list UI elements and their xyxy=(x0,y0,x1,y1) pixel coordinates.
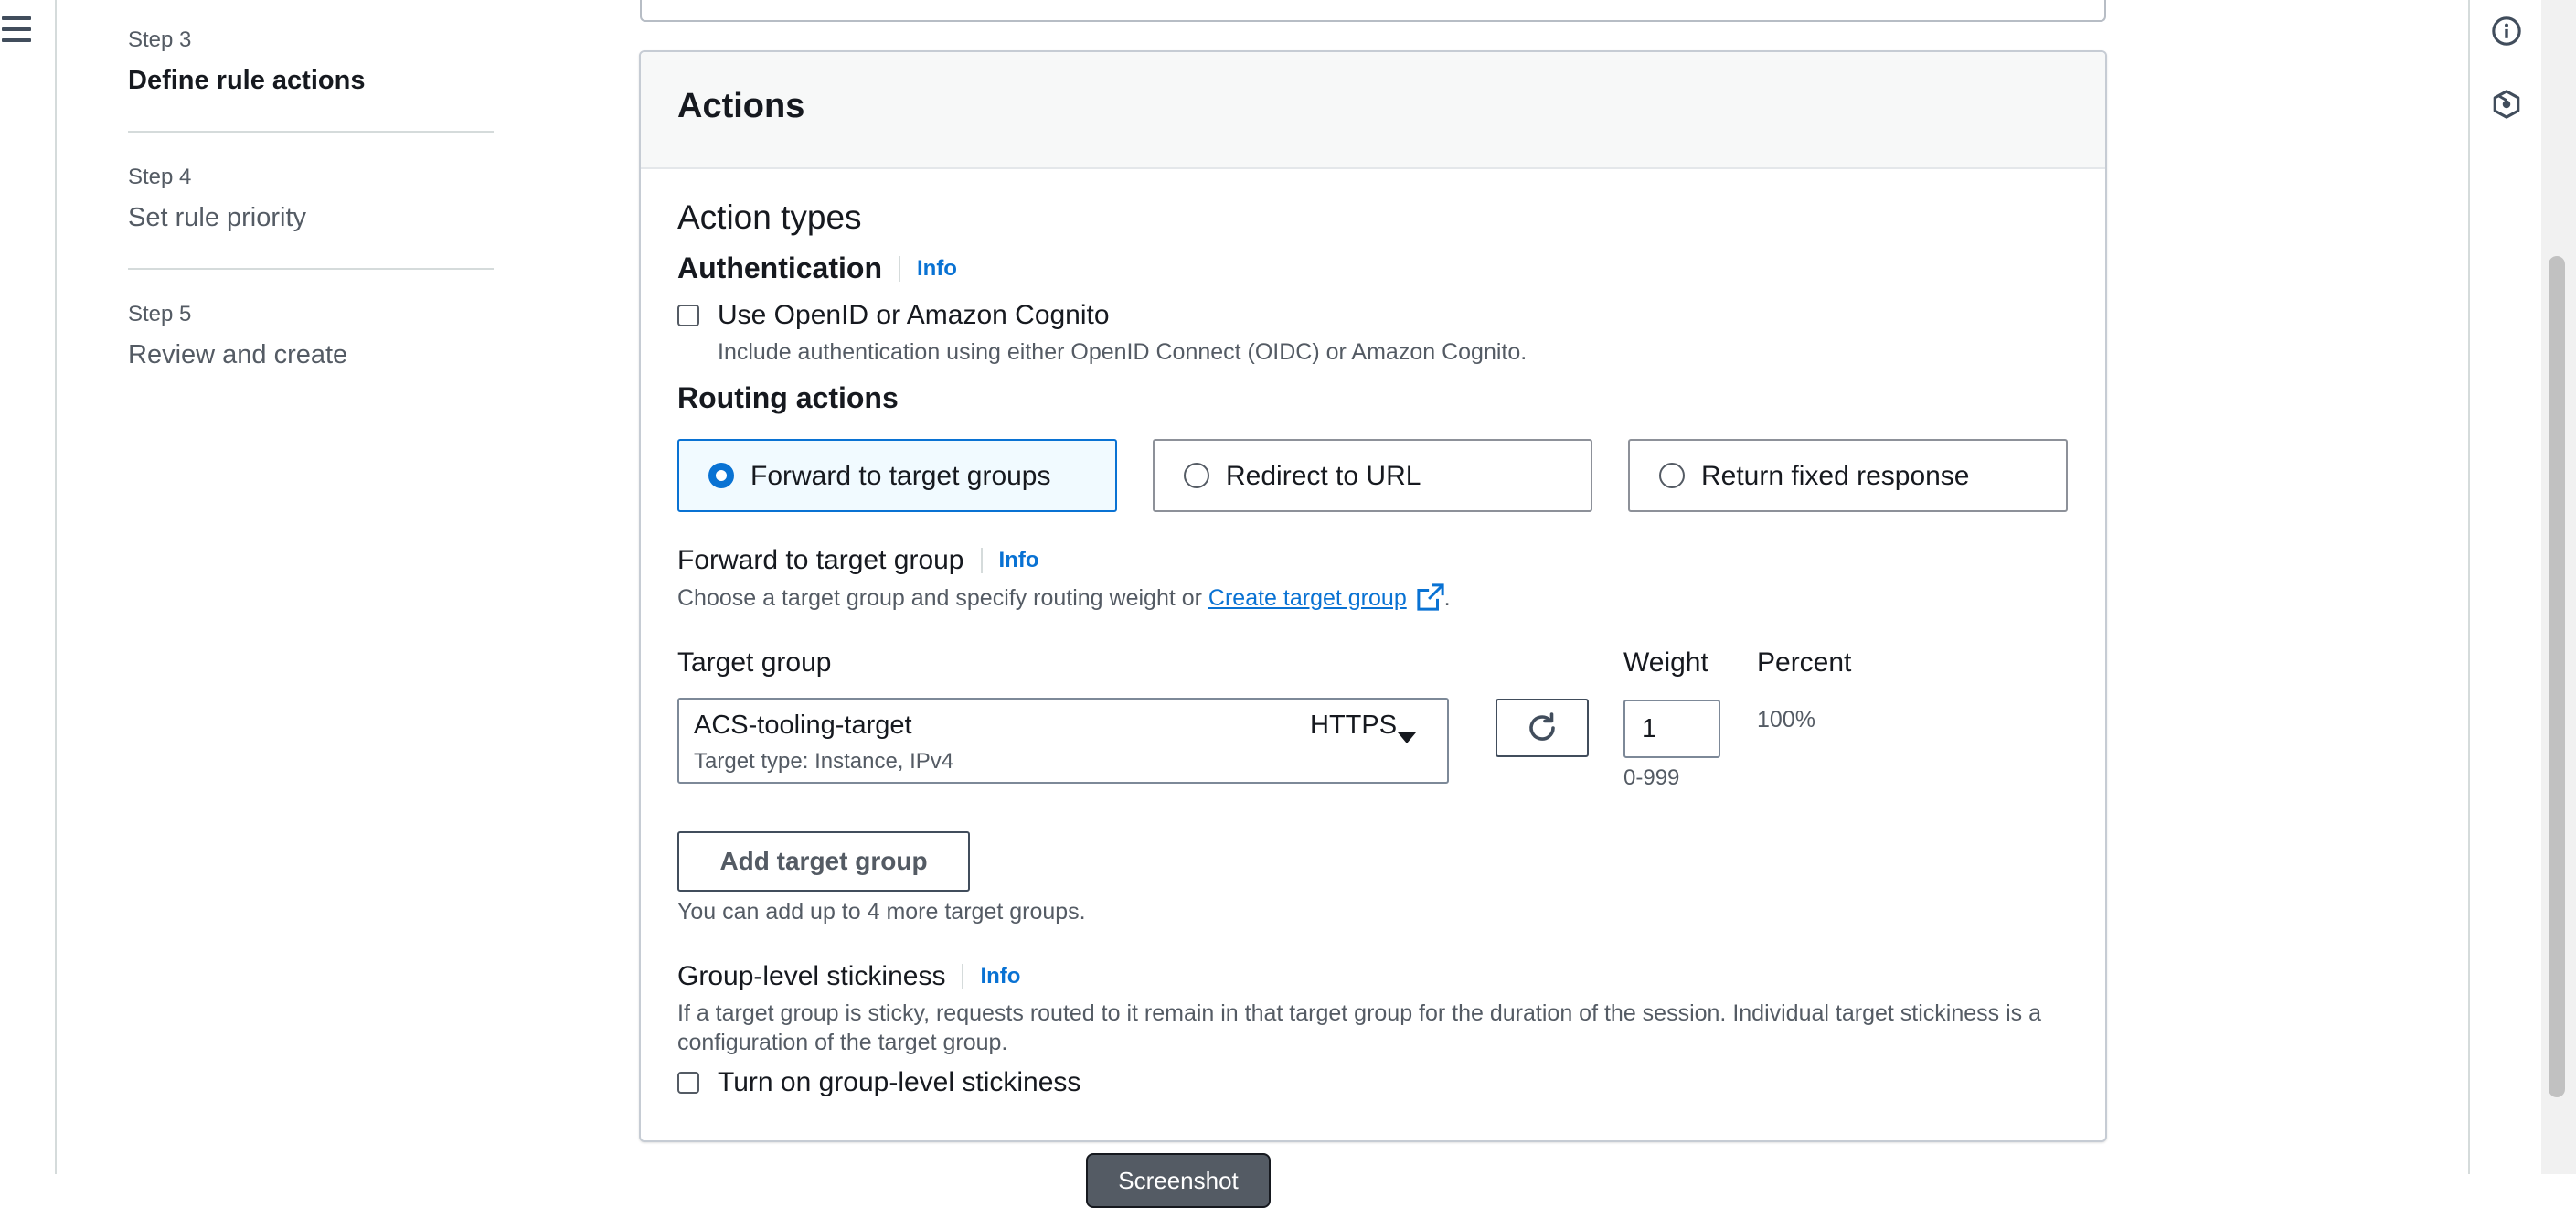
step-divider xyxy=(128,131,494,133)
forward-description: Choose a target group and specify routin… xyxy=(677,583,1451,612)
redirect-radio[interactable] xyxy=(1184,463,1209,488)
weight-input[interactable] xyxy=(1623,700,1720,758)
openid-cognito-checkbox[interactable] xyxy=(677,305,699,326)
openid-cognito-description: Include authentication using either Open… xyxy=(718,339,1528,365)
authentication-info-link[interactable]: Info xyxy=(898,255,957,282)
return-fixed-response-option[interactable]: Return fixed response xyxy=(1628,439,2068,512)
forward-description-text: Choose a target group and specify routin… xyxy=(677,585,1208,611)
actions-panel: Actions Action types Authentication Info… xyxy=(639,50,2107,1142)
step-3-number: Step 3 xyxy=(128,27,192,52)
panel-header xyxy=(641,52,2105,169)
screenshot-button[interactable]: Screenshot xyxy=(1086,1153,1271,1208)
weight-column-header: Weight xyxy=(1623,647,1708,678)
action-types-heading: Action types xyxy=(677,198,862,236)
scrollbar-thumb[interactable] xyxy=(2549,256,2565,1097)
stickiness-heading: Group-level stickiness xyxy=(677,961,946,991)
right-rail xyxy=(2468,0,2543,1174)
step-5-number: Step 5 xyxy=(128,302,192,326)
target-group-column-header: Target group xyxy=(677,647,832,678)
forward-info-link[interactable]: Info xyxy=(980,548,1038,573)
forward-description-suffix: . xyxy=(1443,585,1451,611)
hamburger-menu-icon[interactable] xyxy=(2,16,31,42)
external-link-icon[interactable] xyxy=(1417,583,1444,611)
refresh-icon xyxy=(1529,712,1555,741)
percent-value: 100% xyxy=(1757,707,1815,732)
redirect-option-label: Redirect to URL xyxy=(1226,461,1421,491)
authentication-heading: Authentication xyxy=(677,251,882,284)
routing-actions-heading: Routing actions xyxy=(677,381,899,414)
target-group-select[interactable]: ACS-tooling-target Target type: Instance… xyxy=(677,698,1449,784)
stickiness-header: Group-level stickiness Info xyxy=(677,961,1020,992)
target-protocol: HTTPS xyxy=(1310,711,1398,740)
left-rail xyxy=(0,0,57,1174)
forward-target-group-heading: Forward to target group xyxy=(677,545,964,575)
step-3-title[interactable]: Define rule actions xyxy=(128,66,365,96)
step-4-title[interactable]: Set rule priority xyxy=(128,203,306,233)
stickiness-checkbox[interactable] xyxy=(677,1072,699,1094)
forward-to-target-groups-option[interactable]: Forward to target groups xyxy=(677,439,1117,512)
fixed-response-radio[interactable] xyxy=(1659,463,1685,488)
redirect-to-url-option[interactable]: Redirect to URL xyxy=(1153,439,1592,512)
fixed-response-option-label: Return fixed response xyxy=(1701,461,1970,491)
refresh-button[interactable] xyxy=(1496,699,1589,757)
openid-cognito-label[interactable]: Use OpenID or Amazon Cognito xyxy=(718,300,1110,331)
stickiness-description: If a target group is sticky, requests ro… xyxy=(677,1000,2041,1055)
step-divider xyxy=(128,268,494,270)
caret-down-icon xyxy=(1398,732,1416,743)
create-target-group-link[interactable]: Create target group xyxy=(1208,585,1407,611)
stickiness-info-link[interactable]: Info xyxy=(962,964,1020,989)
target-group-name: ACS-tooling-target xyxy=(694,711,912,740)
forward-target-group-header: Forward to target group Info xyxy=(677,545,1038,576)
add-target-group-hint: You can add up to 4 more target groups. xyxy=(677,899,1086,925)
panel-title: Actions xyxy=(677,87,805,125)
stickiness-checkbox-label[interactable]: Turn on group-level stickiness xyxy=(718,1067,1080,1098)
percent-column-header: Percent xyxy=(1757,647,1852,678)
step-5-title[interactable]: Review and create xyxy=(128,340,347,370)
forward-radio[interactable] xyxy=(708,463,734,488)
weight-range-hint: 0-999 xyxy=(1623,765,1680,790)
authentication-header: Authentication Info xyxy=(677,251,957,285)
add-target-group-button[interactable]: Add target group xyxy=(677,831,970,892)
info-circle-icon[interactable] xyxy=(2491,16,2522,47)
previous-panel-bottom xyxy=(640,0,2106,22)
step-4-number: Step 4 xyxy=(128,165,192,189)
forward-option-label: Forward to target groups xyxy=(750,461,1051,491)
hexagon-icon[interactable] xyxy=(2491,89,2522,120)
target-type-description: Target type: Instance, IPv4 xyxy=(694,749,954,774)
